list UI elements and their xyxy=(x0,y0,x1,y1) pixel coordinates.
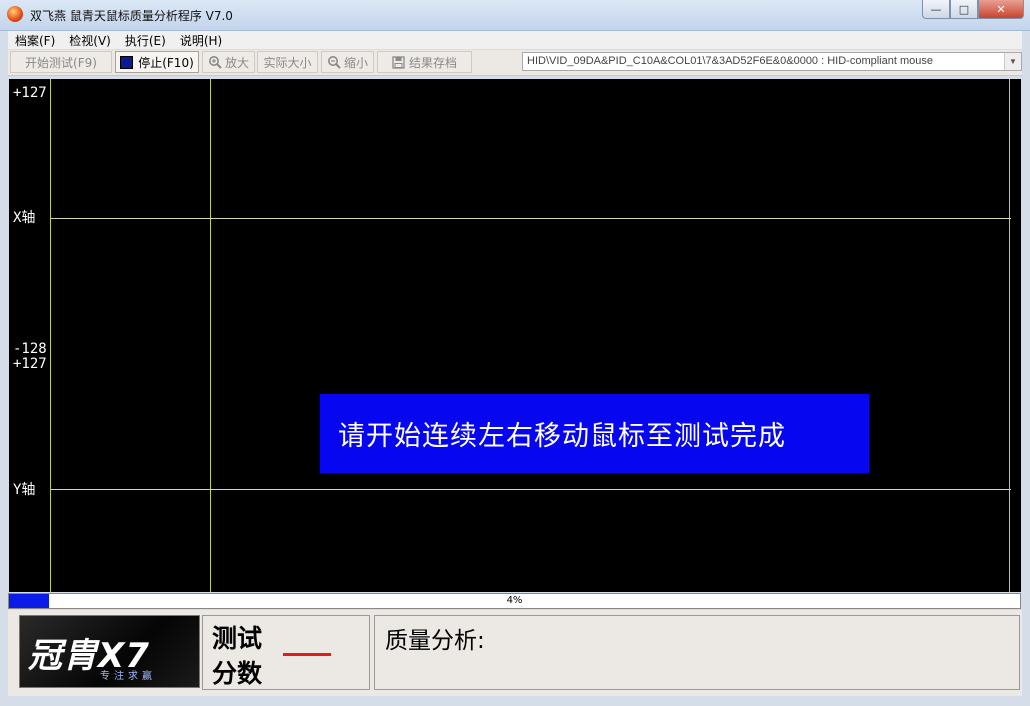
zoom-out-button[interactable]: 缩小 xyxy=(321,51,374,73)
maximize-icon: □ xyxy=(958,2,970,16)
menu-bar: 档案(F) 检视(V) 执行(E) 说明(H) xyxy=(8,31,1022,49)
zoom-out-label: 缩小 xyxy=(343,55,368,70)
device-select[interactable]: HID\VID_09DA&PID_C10A&COL01\7&3AD52F6E&0… xyxy=(522,52,1022,71)
quality-analysis-label: 质量分析: xyxy=(385,628,485,654)
toolbar: 开始测试(F9) 停止(F10) 放大 实际大小 缩小 结果存档 HID\VID… xyxy=(8,50,1022,76)
menu-help[interactable]: 说明(H) xyxy=(173,32,229,49)
stop-icon xyxy=(120,55,134,69)
score-label-line2: 分数 xyxy=(212,659,263,688)
x-max-label: +127 xyxy=(13,85,47,101)
minimize-button[interactable]: — xyxy=(922,0,950,19)
score-box: 测试 分数 xyxy=(202,615,370,690)
start-test-label: 开始测试(F9) xyxy=(25,55,97,70)
zoom-out-icon xyxy=(327,55,341,69)
test-progress-bar: 4% xyxy=(8,593,1021,609)
x-axis-label: X轴 xyxy=(13,210,36,226)
minimize-icon: — xyxy=(930,2,942,16)
save-results-label: 结果存档 xyxy=(408,55,457,70)
movement-plot: +127 X轴 -128 +127 Y轴 请开始连续左右移动鼠标至测试完成 xyxy=(9,79,1021,592)
plot-vertical-gridline xyxy=(210,79,211,592)
score-label-line1: 测试 xyxy=(212,624,263,653)
actual-size-label: 实际大小 xyxy=(263,55,312,70)
zoom-in-icon xyxy=(208,55,222,69)
save-icon xyxy=(392,55,406,69)
plot-right-border xyxy=(1009,79,1010,592)
close-button[interactable]: ✕ xyxy=(978,0,1024,19)
close-icon: ✕ xyxy=(996,2,1006,16)
menu-execute[interactable]: 执行(E) xyxy=(118,32,173,49)
menu-view[interactable]: 检视(V) xyxy=(62,32,118,49)
actual-size-button[interactable]: 实际大小 xyxy=(257,51,318,73)
title-bar: 双飞燕 鼠青天鼠标质量分析程序 V7.0 — □ ✕ xyxy=(0,0,1030,31)
zoom-in-label: 放大 xyxy=(224,55,249,70)
start-test-button[interactable]: 开始测试(F9) xyxy=(10,51,112,73)
progress-text: 4% xyxy=(506,595,523,606)
brand-logo: 冠胄X7 专注求赢 xyxy=(19,615,200,688)
chevron-down-icon[interactable]: ▼ xyxy=(1004,53,1021,70)
zoom-in-button[interactable]: 放大 xyxy=(202,51,255,73)
y-axis-line xyxy=(51,489,1011,490)
quality-analysis-box: 质量分析: xyxy=(374,615,1020,690)
window-title: 双飞燕 鼠青天鼠标质量分析程序 V7.0 xyxy=(30,9,233,23)
y-axis-label: Y轴 xyxy=(13,482,36,498)
app-icon xyxy=(7,6,23,22)
stop-label: 停止(F10) xyxy=(138,55,194,70)
stop-button[interactable]: 停止(F10) xyxy=(115,51,199,73)
instruction-message: 请开始连续左右移动鼠标至测试完成 xyxy=(320,394,869,473)
menu-file[interactable]: 档案(F) xyxy=(8,32,62,49)
maximize-button[interactable]: □ xyxy=(950,0,978,19)
device-select-value: HID\VID_09DA&PID_C10A&COL01\7&3AD52F6E&0… xyxy=(527,55,933,67)
x-axis-line xyxy=(51,218,1011,219)
x-min-label: -128 xyxy=(13,341,47,357)
y-max-label: +127 xyxy=(13,356,47,372)
logo-slogan: 专注求赢 xyxy=(100,671,156,682)
result-panel: 冠胄X7 专注求赢 测试 分数 质量分析: xyxy=(8,610,1022,696)
plot-left-border xyxy=(50,79,51,592)
score-value-placeholder xyxy=(283,653,331,656)
save-results-button[interactable]: 结果存档 xyxy=(377,51,472,73)
window-controls: — □ ✕ xyxy=(922,0,1024,19)
